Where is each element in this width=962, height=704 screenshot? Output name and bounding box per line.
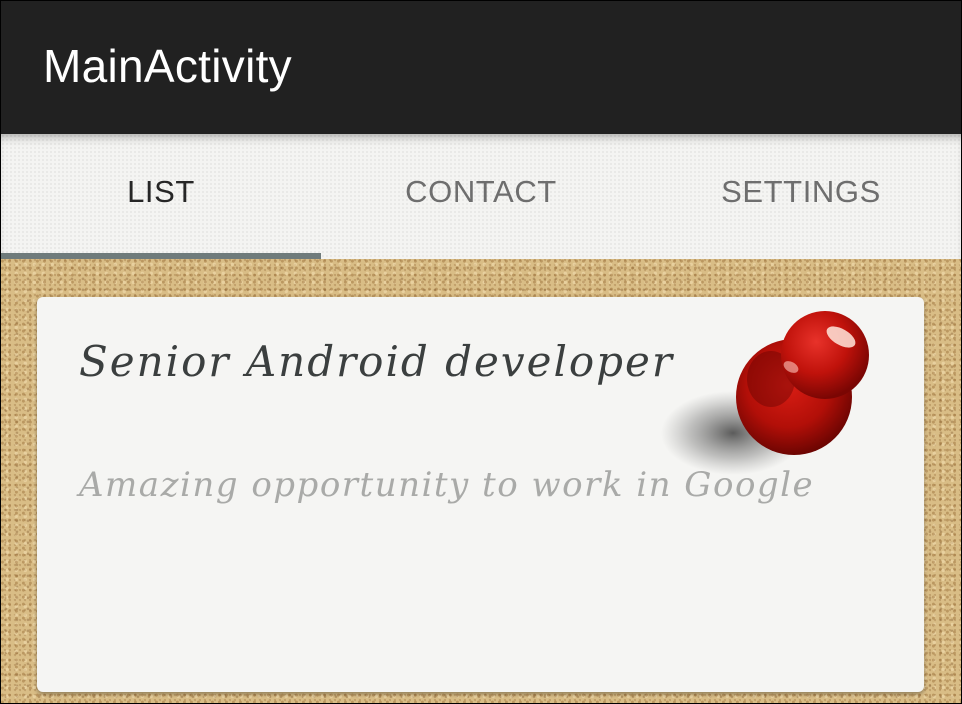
tab-contact[interactable]: CONTACT xyxy=(321,134,641,259)
app-bar: MainActivity xyxy=(1,1,961,134)
tab-list[interactable]: LIST xyxy=(1,134,321,259)
red-pushpin-icon xyxy=(661,311,869,475)
app-window: MainActivity LIST CONTACT SETTINGS Senio… xyxy=(1,1,961,703)
app-title: MainActivity xyxy=(43,40,292,92)
tab-bar: LIST CONTACT SETTINGS xyxy=(1,134,961,259)
pin-head xyxy=(781,311,869,399)
tab-contact-label: CONTACT xyxy=(405,173,557,209)
tab-list-label: LIST xyxy=(127,173,195,209)
tab-settings-label: SETTINGS xyxy=(721,173,881,209)
tab-settings[interactable]: SETTINGS xyxy=(641,134,961,259)
job-title: Senior Android developer xyxy=(79,337,674,386)
